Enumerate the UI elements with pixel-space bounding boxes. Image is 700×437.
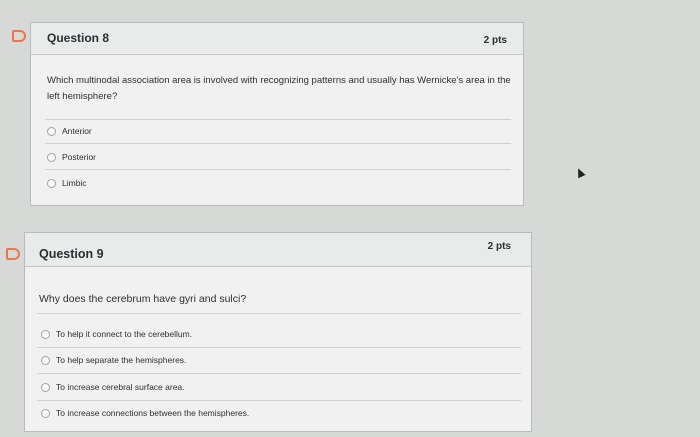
answer-option[interactable]: Anterior (47, 126, 92, 136)
divider (37, 373, 521, 374)
answer-label: To help it connect to the cerebellum. (56, 329, 193, 339)
radio-button-icon[interactable] (47, 178, 56, 188)
answer-option[interactable]: To increase cerebral surface area. (41, 382, 185, 392)
question-title: Question 8 (47, 31, 110, 45)
question-card-8: Question 8 2 pts Which multinodal associ… (30, 22, 524, 206)
answer-label: Posterior (62, 152, 97, 162)
flag-question-icon[interactable] (6, 248, 20, 260)
radio-button-icon[interactable] (41, 408, 50, 418)
question-points: 2 pts (487, 241, 511, 252)
answer-option[interactable]: Limbic (47, 178, 87, 188)
mouse-pointer-icon (574, 166, 586, 179)
divider (45, 169, 511, 170)
answer-option[interactable]: To help it connect to the cerebellum. (41, 329, 192, 339)
divider (45, 119, 511, 120)
radio-button-icon[interactable] (47, 126, 56, 136)
divider (45, 143, 511, 144)
answer-label: Anterior (62, 126, 92, 136)
divider (37, 400, 521, 401)
divider (37, 347, 521, 348)
answer-option[interactable]: To help separate the hemispheres. (41, 355, 186, 365)
radio-button-icon[interactable] (47, 152, 56, 162)
answer-label: To increase cerebral surface area. (56, 382, 185, 392)
answer-option[interactable]: To increase connections between the hemi… (41, 408, 249, 418)
answer-option[interactable]: Posterior (47, 152, 96, 162)
question-card-9: Question 9 2 pts Why does the cerebrum h… (24, 232, 532, 432)
divider (37, 313, 521, 314)
question-text: Why does the cerebrum have gyri and sulc… (39, 293, 247, 305)
answer-label: Limbic (62, 178, 87, 188)
radio-button-icon[interactable] (41, 329, 50, 339)
question-points: 2 pts (483, 35, 507, 46)
question-text: Which multinodal association area is inv… (47, 75, 511, 102)
question-title: Question 9 (39, 247, 104, 261)
question-header: Question 8 2 pts (31, 23, 523, 55)
question-header: Question 9 2 pts (25, 233, 531, 267)
answer-label: To help separate the hemispheres. (56, 355, 187, 365)
radio-button-icon[interactable] (41, 382, 50, 392)
radio-button-icon[interactable] (41, 355, 50, 365)
flag-question-icon[interactable] (12, 30, 26, 42)
answer-label: To increase connections between the hemi… (56, 408, 250, 418)
